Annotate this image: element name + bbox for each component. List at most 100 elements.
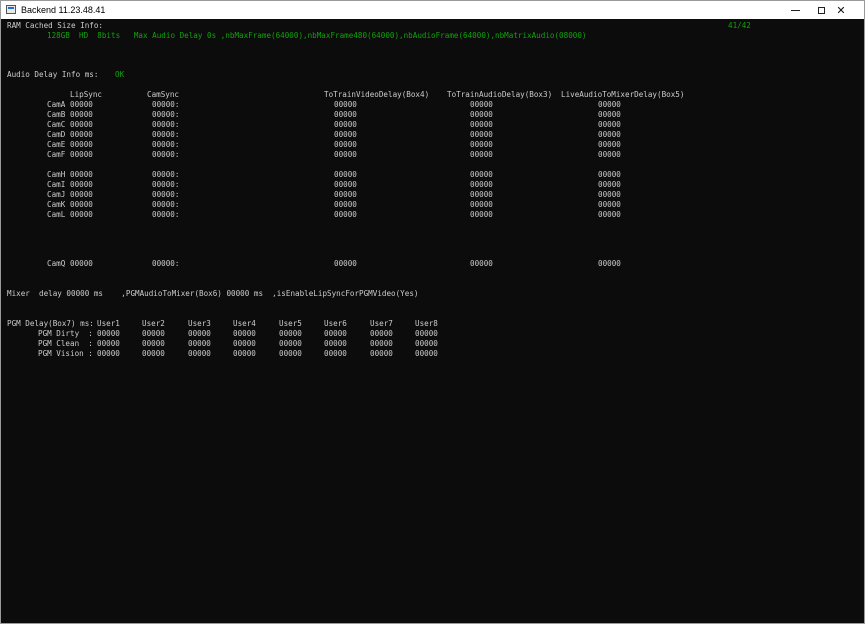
cam-audio-delay-value: 00000 (470, 259, 493, 268)
cam-camsync-value: 00000: (152, 140, 180, 149)
cam-live-audio-value: 00000 (598, 100, 621, 109)
cam-audio-delay-value: 00000 (470, 140, 493, 149)
cam-live-audio-value: 00000 (598, 200, 621, 209)
cam-lipsync-value: 00000 (70, 210, 93, 219)
ram-cached-info: 128GB HD 8bits Max Audio Delay 0s ,nbMax… (47, 31, 587, 40)
close-icon: ✕ (836, 3, 846, 17)
pgm-value: 00000 (370, 329, 393, 338)
cam-camsync-value: 00000: (152, 100, 180, 109)
pgm-user-header: User8 (415, 319, 438, 328)
cam-name: CamA (47, 100, 66, 109)
cam-live-audio-value: 00000 (598, 110, 621, 119)
cam-camsync-value: 00000: (152, 170, 180, 179)
pgm-value: 00000 (97, 329, 120, 338)
pgm-value: 00000 (233, 349, 256, 358)
cam-name: CamE (47, 140, 66, 149)
pgm-value: 00000 (142, 349, 165, 358)
cam-live-audio-value: 00000 (598, 210, 621, 219)
col-header-train-audio: ToTrainAudioDelay(Box3) (447, 90, 553, 99)
close-button[interactable]: ✕ (818, 1, 864, 19)
pgm-row-label: PGM Vision : (38, 349, 93, 358)
cam-lipsync-value: 00000 (70, 180, 93, 189)
pgm-value: 00000 (370, 349, 393, 358)
cam-video-delay-value: 00000 (334, 200, 357, 209)
cam-name: CamL (47, 210, 66, 219)
pgm-value: 00000 (324, 339, 347, 348)
cam-video-delay-value: 00000 (334, 140, 357, 149)
pgm-user-header: User2 (142, 319, 165, 328)
pgm-value: 00000 (97, 339, 120, 348)
cam-live-audio-value: 00000 (598, 190, 621, 199)
console-app-icon (6, 5, 16, 14)
cam-video-delay-value: 00000 (334, 130, 357, 139)
pgm-value: 00000 (324, 329, 347, 338)
cam-audio-delay-value: 00000 (470, 130, 493, 139)
cam-video-delay-value: 00000 (334, 100, 357, 109)
pgm-value: 00000 (188, 329, 211, 338)
cam-video-delay-value: 00000 (334, 170, 357, 179)
pgm-value: 00000 (279, 349, 302, 358)
cam-audio-delay-value: 00000 (470, 180, 493, 189)
cam-live-audio-value: 00000 (598, 170, 621, 179)
pgm-value: 00000 (142, 339, 165, 348)
cam-live-audio-value: 00000 (598, 130, 621, 139)
cam-video-delay-value: 00000 (334, 110, 357, 119)
audio-delay-status: OK (115, 70, 125, 79)
col-header-lipsync: LipSync (70, 90, 103, 99)
pgm-row-label: PGM Clean : (38, 339, 93, 348)
cam-camsync-value: 00000: (152, 130, 180, 139)
cam-name: CamD (47, 130, 66, 139)
cam-lipsync-value: 00000 (70, 110, 93, 119)
pgm-value: 00000 (279, 339, 302, 348)
pgm-value: 00000 (188, 339, 211, 348)
title-bar[interactable]: Backend 11.23.48.41 ✕ (1, 1, 864, 19)
cam-audio-delay-value: 00000 (470, 210, 493, 219)
cam-name: CamK (47, 200, 66, 209)
cam-live-audio-value: 00000 (598, 140, 621, 149)
pgm-value: 00000 (324, 349, 347, 358)
pgm-user-header: User7 (370, 319, 393, 328)
cam-name: CamF (47, 150, 66, 159)
cam-live-audio-value: 00000 (598, 180, 621, 189)
cam-camsync-value: 00000: (152, 259, 180, 268)
cam-live-audio-value: 00000 (598, 259, 621, 268)
pgm-value: 00000 (142, 329, 165, 338)
window-title: Backend 11.23.48.41 (21, 5, 106, 15)
pgm-user-header: User6 (324, 319, 347, 328)
console-window: Backend 11.23.48.41 ✕ RAM Cached Size In… (0, 0, 865, 624)
cam-audio-delay-value: 00000 (470, 170, 493, 179)
cam-camsync-value: 00000: (152, 210, 180, 219)
cam-video-delay-value: 00000 (334, 259, 357, 268)
pgm-value: 00000 (233, 339, 256, 348)
cam-name: CamI (47, 180, 66, 189)
cam-name: CamJ (47, 190, 66, 199)
cam-lipsync-value: 00000 (70, 190, 93, 199)
pgm-value: 00000 (279, 329, 302, 338)
pgm-user-header: User3 (188, 319, 211, 328)
console-output[interactable]: RAM Cached Size Info: 128GB HD 8bits Max… (1, 19, 864, 623)
cam-name: CamQ (47, 259, 66, 268)
pgm-value: 00000 (415, 329, 438, 338)
ram-cached-label: RAM Cached Size Info: (7, 21, 104, 30)
cam-audio-delay-value: 00000 (470, 150, 493, 159)
cam-name: CamB (47, 110, 66, 119)
cam-video-delay-value: 00000 (334, 210, 357, 219)
pgm-value: 00000 (97, 349, 120, 358)
cam-video-delay-value: 00000 (334, 120, 357, 129)
cam-audio-delay-value: 00000 (470, 100, 493, 109)
cam-lipsync-value: 00000 (70, 120, 93, 129)
mixer-delay-line: Mixer delay 00000 ms ,PGMAudioToMixer(Bo… (7, 289, 419, 298)
pgm-value: 00000 (415, 339, 438, 348)
pgm-value: 00000 (233, 329, 256, 338)
pgm-value: 00000 (188, 349, 211, 358)
cam-audio-delay-value: 00000 (470, 120, 493, 129)
cam-audio-delay-value: 00000 (470, 110, 493, 119)
pgm-user-header: User1 (97, 319, 120, 328)
audio-delay-label: Audio Delay Info ms: (7, 70, 99, 79)
cam-live-audio-value: 00000 (598, 120, 621, 129)
cam-lipsync-value: 00000 (70, 150, 93, 159)
cam-name: CamC (47, 120, 66, 129)
cam-lipsync-value: 00000 (70, 140, 93, 149)
cam-lipsync-value: 00000 (70, 130, 93, 139)
cam-video-delay-value: 00000 (334, 180, 357, 189)
